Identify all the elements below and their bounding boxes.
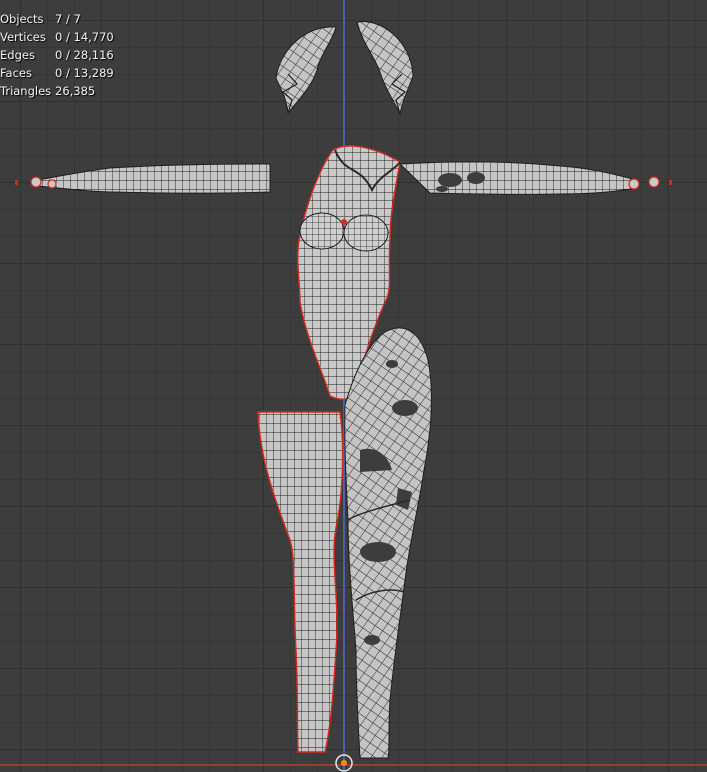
stat-label: Vertices — [0, 30, 46, 44]
stat-label: Edges — [0, 48, 35, 62]
leg-right-object[interactable] — [344, 327, 432, 759]
stat-value: 7 / 7 — [55, 12, 81, 26]
hair-left-object[interactable] — [275, 26, 337, 115]
leg-left-object[interactable] — [257, 411, 344, 753]
arm-left-object[interactable] — [15, 163, 271, 194]
stat-row-objects: Objects 7 / 7 — [0, 10, 114, 28]
viewport-statistics-overlay: Objects 7 / 7 Vertices 0 / 14,770 Edges 0 / 2… — [0, 10, 114, 100]
stat-label: Faces — [0, 66, 32, 80]
arm-right-object[interactable] — [398, 161, 672, 195]
stat-value: 0 / 14,770 — [55, 30, 114, 44]
scene-canvas[interactable] — [0, 0, 707, 772]
hair-right-object[interactable] — [356, 21, 414, 116]
stat-row-faces: Faces 0 / 13,289 — [0, 64, 114, 82]
stat-label: Triangles — [0, 84, 52, 98]
stat-row-edges: Edges 0 / 28,116 — [0, 46, 114, 64]
stat-row-vertices: Vertices 0 / 14,770 — [0, 28, 114, 46]
3d-viewport[interactable]: Objects 7 / 7 Vertices 0 / 14,770 Edges 0 / 2… — [0, 0, 707, 772]
stat-value: 0 / 13,289 — [55, 66, 114, 80]
stat-row-triangles: Triangles 26,385 — [0, 82, 114, 100]
stat-value: 26,385 — [55, 84, 96, 98]
stat-value: 0 / 28,116 — [55, 48, 114, 62]
stat-label: Objects — [0, 12, 44, 26]
